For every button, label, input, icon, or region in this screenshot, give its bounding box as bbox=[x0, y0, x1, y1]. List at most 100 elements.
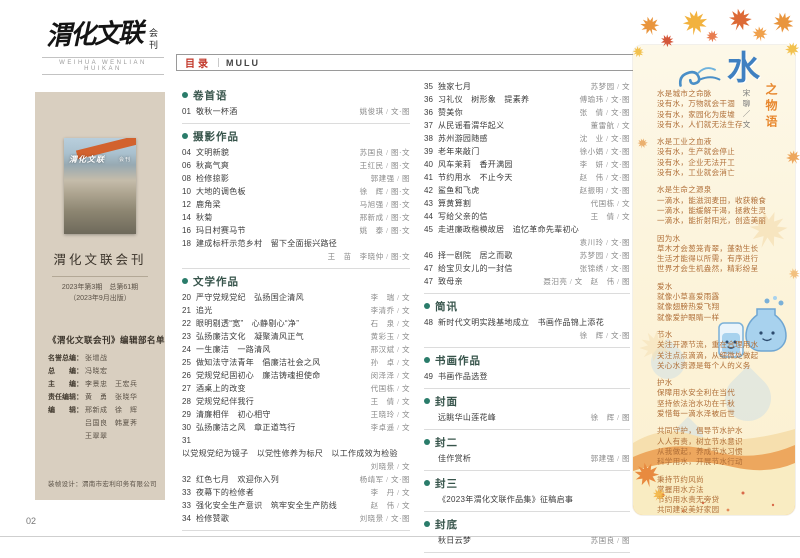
entry-title: 节约用水 不止今天 bbox=[438, 171, 517, 184]
toc-section-heading: 书画作品 bbox=[424, 353, 630, 367]
toc-section-heading: 简讯 bbox=[424, 299, 630, 313]
entry-title: 检修赞歌 bbox=[196, 512, 233, 525]
entry-page-number: 38 bbox=[424, 132, 438, 145]
entry-title: 风车茉莉 香开满园 bbox=[438, 158, 517, 171]
toc-entry: 23 弘扬廉洁文化 凝聚清风正气 黄彩玉 / 文 bbox=[182, 330, 410, 343]
entry-title: 择一剧院 居之而歌 bbox=[438, 249, 517, 262]
section-bullet-icon bbox=[424, 398, 430, 404]
entry-author: 苏国良 / 图 bbox=[591, 534, 630, 547]
entry-title: 《2023年渭化文联作品集》征稿启事 bbox=[438, 493, 577, 506]
entry-author: 王 倩 / 文 bbox=[371, 395, 410, 408]
toc-header: 目录 MULU bbox=[176, 54, 638, 71]
section-bullet-icon bbox=[424, 439, 430, 445]
entry-author: 闵泽泽 / 文 bbox=[371, 369, 410, 382]
entry-title: 玛日村赛马节 bbox=[196, 224, 250, 237]
poem-line: 一滴水，能缓解干渴，拯救生灵 bbox=[657, 206, 789, 216]
entry-author: 徐 辉 / 图 bbox=[591, 411, 630, 424]
poem-line: 没有水，工业就会消亡 bbox=[657, 168, 789, 178]
toc-entry: 33 强化安全生产意识 筑牢安全生产防线 赵 伟 / 文 bbox=[182, 499, 410, 512]
toc-entry: 29 清廉相伴 初心相守 王晓玲 / 文 bbox=[182, 408, 410, 421]
poem-line: 就像小草喜爱雨露 bbox=[657, 292, 789, 302]
entry-author: 王 倩 / 文 bbox=[591, 210, 630, 223]
entry-author: 张锦绣 / 文·图 bbox=[580, 262, 630, 275]
entry-author: 苏梦园 / 文·图 bbox=[580, 249, 630, 262]
toc-section-heading: 摄影作品 bbox=[182, 129, 410, 143]
entry-title: 党规党纪伴我行 bbox=[196, 395, 258, 408]
divider bbox=[182, 530, 410, 531]
poem-line: 就像翅膀热爱飞翔 bbox=[657, 302, 789, 312]
staff-names: 李景忠 王宏兵 bbox=[85, 378, 138, 391]
staff-role bbox=[48, 430, 85, 443]
entry-author: 苏国良 / 图·文 bbox=[360, 146, 410, 159]
toc-entry: 30 弘扬廉洁之风 章正道笃行 李卓遥 / 文 bbox=[182, 421, 410, 434]
toc-entry: 38 苏州游园随感 沈 业 / 文·图 bbox=[424, 132, 630, 145]
toc-entry: 21 追光 李清乔 / 文 bbox=[182, 304, 410, 317]
entry-page-number: 31 bbox=[182, 434, 196, 447]
cover-thumbnail-sub: 会刊 bbox=[119, 156, 131, 163]
toc-entry: 36 赞美你 张 倩 / 文·图 bbox=[424, 106, 630, 119]
toc-entry: 35 独家七月 苏梦园 / 文 bbox=[424, 80, 630, 93]
entry-title: 建成标杆示范乡村 留下全面振兴路径 bbox=[196, 237, 341, 250]
poem-line: 世界才会生机盎然，精彩纷呈 bbox=[657, 264, 789, 274]
entry-title: 强化安全生产意识 筑牢安全生产防线 bbox=[196, 499, 341, 512]
entry-title: 一生廉洁 一路清风 bbox=[196, 343, 275, 356]
poem-line: 没有水，企业无法开工 bbox=[657, 158, 789, 168]
entry-title: 写给父亲的信 bbox=[438, 210, 492, 223]
staff-row: 名誉总编： 张增战 bbox=[48, 352, 165, 365]
entry-title: 鲨鱼和飞虎 bbox=[438, 184, 484, 197]
entry-title: 严守党规党纪 弘扬国企清风 bbox=[196, 291, 308, 304]
entry-title: 清廉相伴 初心相守 bbox=[196, 408, 275, 421]
entry-title: 追光 bbox=[196, 304, 217, 317]
entry-title: 酒桌上的改变 bbox=[196, 382, 250, 395]
entry-page-number: 36 bbox=[424, 106, 438, 119]
toc-entry: 28 党规党纪伴我行 王 倩 / 文 bbox=[182, 395, 410, 408]
entry-page-number: 06 bbox=[182, 159, 196, 172]
divider bbox=[52, 276, 148, 277]
staff-names: 张增战 bbox=[85, 352, 108, 365]
entry-title: 检修掠影 bbox=[196, 172, 233, 185]
divider bbox=[424, 388, 630, 389]
poem-stanza: 因为水草木才会葱笼青翠，蓬勃生长生活才能得以所需，有序进行世界才会生机盎然，精彩… bbox=[657, 234, 789, 275]
divider bbox=[218, 58, 219, 67]
poem-line: 秉持节约风尚 bbox=[657, 475, 789, 485]
entry-page-number: 33 bbox=[182, 499, 196, 512]
section-title: 文学作品 bbox=[193, 274, 239, 289]
entry-page-number: 37 bbox=[424, 119, 438, 132]
entry-author: 赵 伟 / 文 bbox=[371, 499, 410, 512]
entry-page-number: 12 bbox=[182, 198, 196, 211]
entry-author: 郭建强 / 图 bbox=[591, 452, 630, 465]
toc-entry: 14 秋菊 邢新成 / 图·文 bbox=[182, 211, 410, 224]
entry-author: 聂汨亮 / 文 赵 伟 / 图 bbox=[543, 275, 630, 288]
entry-page-number: 32 bbox=[182, 473, 196, 486]
poem-line: 爱水 bbox=[657, 282, 789, 292]
poem-line: 从我做起，养成节水习惯 bbox=[657, 447, 789, 457]
staff-row: 王翠翠 bbox=[48, 430, 165, 443]
publish-date: （2023年9月出版） bbox=[35, 293, 165, 304]
toc-entry: 20 严守党规党纪 弘扬国企清风 李 瑞 / 文 bbox=[182, 291, 410, 304]
divider bbox=[424, 429, 630, 430]
entry-author: 李清乔 / 文 bbox=[371, 304, 410, 317]
staff-role bbox=[48, 417, 85, 430]
journal-logo-latin: WEIHUA WENLIAN HUIKAN bbox=[42, 57, 164, 75]
entry-title: 弘扬廉洁文化 凝聚清风正气 bbox=[196, 330, 308, 343]
entry-page-number: 24 bbox=[182, 343, 196, 356]
toc-entry: 佳作赏析 郭建强 / 图 bbox=[424, 452, 630, 465]
toc-entry: 42 鲨鱼和飞虎 赵振明 / 文·图 bbox=[424, 184, 630, 197]
toc-entry: 48 新时代文明实践基地成立 书画作品锦上添花 徐 辉 / 文·图 bbox=[424, 316, 630, 342]
poem-line: 护水 bbox=[657, 378, 789, 388]
entry-title: 秋日云梦 bbox=[438, 534, 475, 547]
toc-entry: 47 致母亲 聂汨亮 / 文 赵 伟 / 图 bbox=[424, 275, 630, 288]
entry-page-number: 28 bbox=[182, 395, 196, 408]
journal-logo: 渭化文联 bbox=[46, 20, 143, 49]
staff-row: 编 辑： 邢新成 徐 辉 bbox=[48, 404, 165, 417]
entry-title: 致母亲 bbox=[438, 275, 467, 288]
entry-title: 算黄算割 bbox=[438, 197, 475, 210]
section-bullet-icon bbox=[424, 480, 430, 486]
poem-line: 保障用水安全利在当代 bbox=[657, 388, 789, 398]
water-poem-panel: 水 之物语 宋聊／文 水是城市之命脉没有水，万物就会干涸没有水，家园化为废墟没有… bbox=[633, 45, 795, 515]
entry-title: 以党规党纪为镜子 以党性修养为标尺 以工作成效为检验 bbox=[182, 447, 402, 460]
entry-author: 赵振明 / 文·图 bbox=[580, 184, 630, 197]
section-bullet-icon bbox=[424, 303, 430, 309]
toc-section-heading: 卷首语 bbox=[182, 88, 410, 102]
entry-title: 独家七月 bbox=[438, 80, 475, 93]
